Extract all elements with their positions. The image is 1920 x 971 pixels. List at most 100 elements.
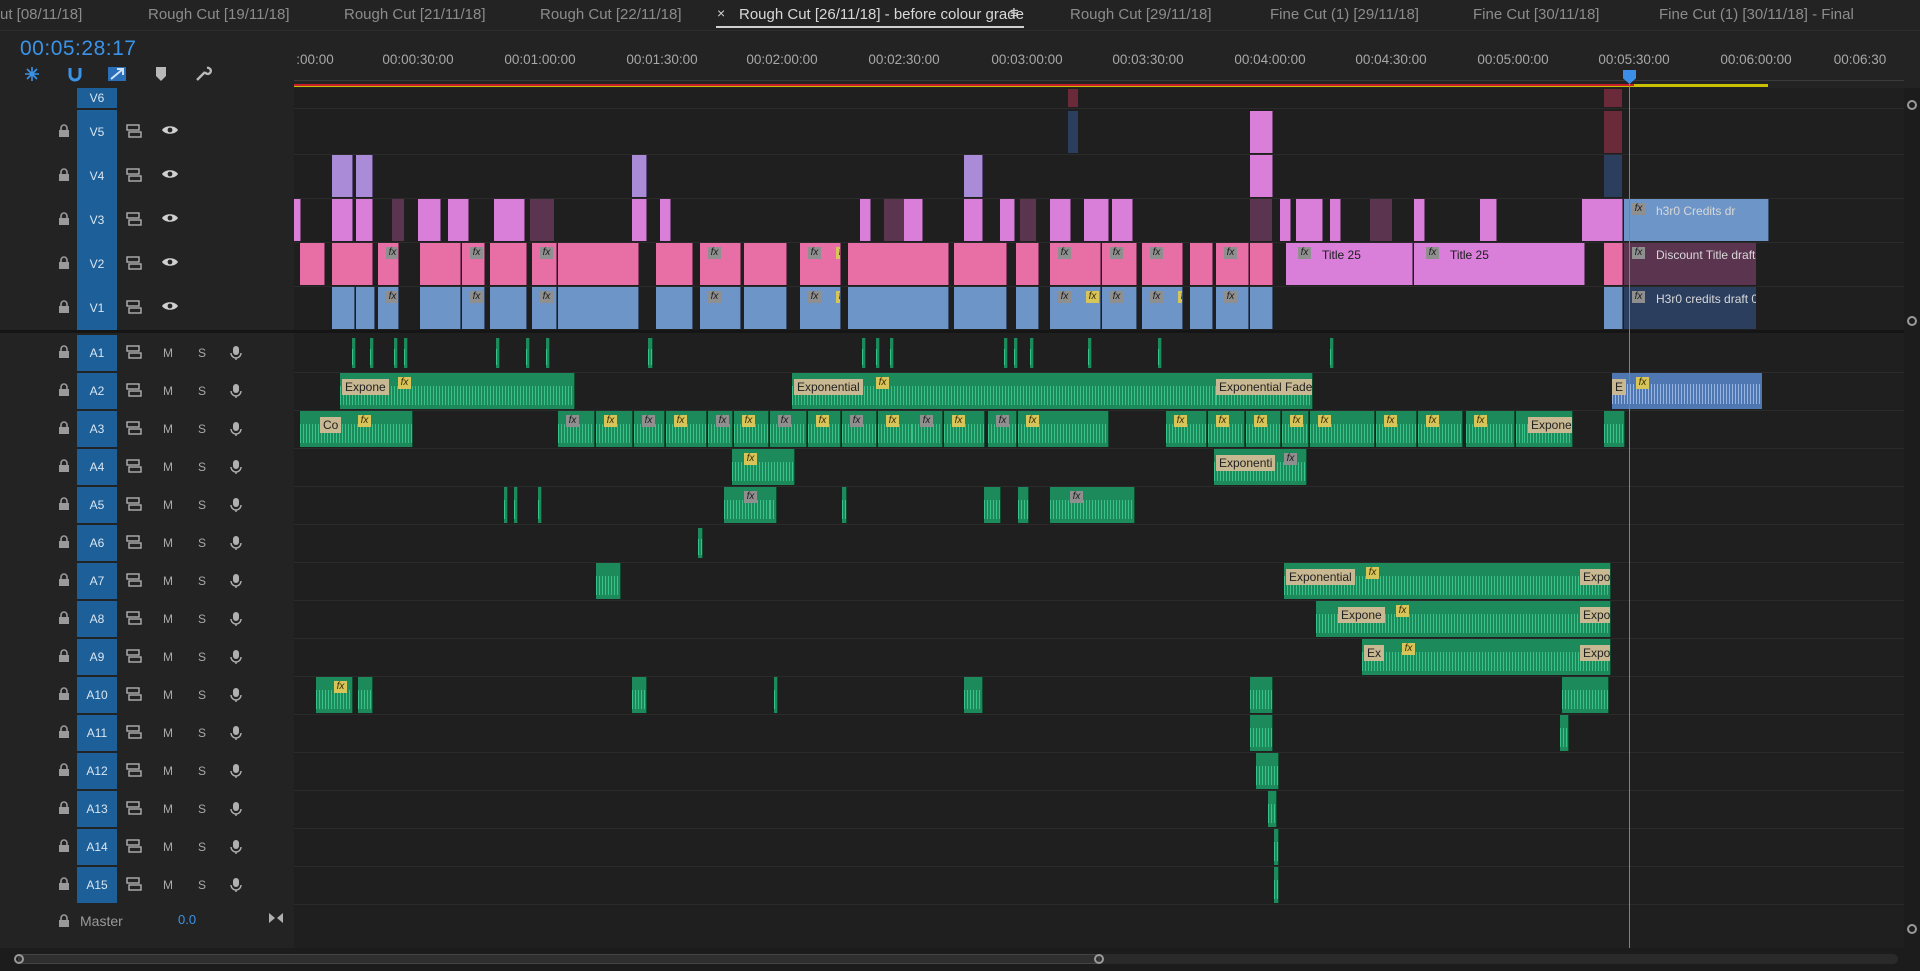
sync-lock-icon[interactable] (126, 649, 142, 665)
voiceover-record-icon[interactable] (228, 725, 244, 741)
timeline-clip[interactable]: fx (1310, 411, 1375, 447)
mute-button[interactable]: M (160, 839, 176, 855)
timeline-clip[interactable] (1112, 199, 1133, 241)
track-name-a3[interactable]: A3 (77, 411, 117, 447)
timeline-clip[interactable]: fx (532, 243, 557, 285)
timeline-clip[interactable]: fx h3r0 Credits dr (1624, 199, 1769, 241)
timeline-clip[interactable] (358, 677, 373, 713)
timeline-clip[interactable]: Expo (1580, 639, 1611, 675)
voiceover-record-icon[interactable] (228, 421, 244, 437)
voiceover-record-icon[interactable] (228, 877, 244, 893)
lock-icon[interactable] (56, 497, 72, 513)
track-name-a12[interactable]: A12 (77, 753, 117, 789)
timeline-clip[interactable]: fx Expone (340, 373, 575, 409)
hscroll-handle-right[interactable] (1094, 954, 1104, 964)
timeline-clip[interactable] (848, 287, 949, 329)
timeline-clip[interactable]: fx (1466, 411, 1515, 447)
timeline-clip[interactable] (490, 243, 527, 285)
track-name-a10[interactable]: A10 (77, 677, 117, 713)
timeline-clip[interactable] (300, 243, 325, 285)
timeline-clip[interactable]: fx (1018, 411, 1109, 447)
timeline-clip[interactable]: fx (1418, 411, 1463, 447)
timeline-clip[interactable] (1030, 338, 1034, 368)
horizontal-scrollbar[interactable] (0, 948, 1920, 971)
tab-fine-cut-1-29[interactable]: Fine Cut (1) [29/11/18] (1270, 6, 1419, 23)
timeline-clip[interactable] (530, 199, 554, 241)
playhead-line[interactable] (1629, 72, 1630, 948)
timeline-clip[interactable] (1068, 89, 1078, 107)
timeline-clip[interactable]: fx (808, 411, 841, 447)
timeline-clip[interactable] (448, 199, 469, 241)
lock-icon[interactable] (56, 345, 72, 361)
timeline-clip[interactable] (1330, 338, 1334, 368)
lock-icon[interactable] (56, 839, 72, 855)
timeline-clip[interactable]: fx (912, 411, 943, 447)
sync-lock-icon[interactable] (126, 300, 142, 316)
timeline-clip[interactable] (1604, 89, 1622, 107)
timeline-clip[interactable] (632, 155, 647, 197)
mute-button[interactable]: M (160, 573, 176, 589)
track-name-v1[interactable]: V1 (77, 286, 117, 330)
timeline-clip[interactable] (1068, 111, 1078, 153)
timeline-clip[interactable] (1604, 287, 1623, 329)
track-name-a14[interactable]: A14 (77, 829, 117, 865)
timeline-clip[interactable]: fx (666, 411, 707, 447)
timeline-clip[interactable]: fx (596, 411, 633, 447)
timeline-clip[interactable] (1190, 287, 1213, 329)
timeline-clip[interactable] (842, 487, 847, 523)
timeline-clip[interactable] (332, 199, 353, 241)
solo-button[interactable]: S (194, 649, 210, 665)
tab-menu-icon[interactable]: ≡ (1010, 5, 1019, 22)
voiceover-record-icon[interactable] (228, 345, 244, 361)
hscroll-handle-left[interactable] (14, 954, 24, 964)
tab-rough-cut-08[interactable]: ut [08/11/18] (0, 6, 82, 23)
timeline-clip[interactable]: fx (724, 487, 775, 523)
timeline-clip[interactable] (1330, 199, 1341, 241)
mute-button[interactable]: M (160, 611, 176, 627)
timeline-clip[interactable]: fx E (1612, 373, 1762, 409)
track-name-a5[interactable]: A5 (77, 487, 117, 523)
lock-icon[interactable] (56, 687, 72, 703)
sync-lock-icon[interactable] (126, 611, 142, 627)
sync-lock-icon[interactable] (126, 212, 142, 228)
timeline-clip[interactable]: fx (988, 411, 1017, 447)
timeline-clip[interactable] (356, 199, 373, 241)
timeline-clip[interactable] (698, 528, 703, 558)
timeline-clip[interactable] (1280, 199, 1291, 241)
mute-button[interactable]: M (160, 687, 176, 703)
solo-button[interactable]: S (194, 421, 210, 437)
timeline-clip[interactable]: fx (732, 449, 795, 485)
timeline-clip[interactable]: Expo (1580, 563, 1611, 599)
transition-label[interactable]: Exponential Fade (1216, 379, 1312, 395)
timeline-tracks[interactable]: fxh3r0 Credits drfxfxfxfxfxfxfxfxfxfxfxf… (294, 88, 1904, 948)
marker-icon[interactable] (150, 64, 172, 84)
timeline-clip[interactable]: fx Title 25 (1414, 243, 1585, 285)
timeline-clip[interactable] (1480, 199, 1497, 241)
mute-button[interactable]: M (160, 877, 176, 893)
timeline-clip[interactable]: fxfx (800, 287, 841, 329)
timeline-clip[interactable]: fx (700, 243, 741, 285)
timeline-clip[interactable]: Exponer (1524, 411, 1573, 447)
transition-label[interactable]: Co (320, 417, 342, 433)
sync-lock-icon[interactable] (126, 725, 142, 741)
lock-icon[interactable] (56, 877, 72, 893)
timeline-clip[interactable]: fx (1208, 411, 1245, 447)
track-name-a11[interactable]: A11 (77, 715, 117, 751)
transition-label[interactable]: E (1612, 379, 1627, 395)
mute-button[interactable]: M (160, 725, 176, 741)
timeline-clip[interactable] (1274, 867, 1279, 903)
sync-lock-icon[interactable] (126, 763, 142, 779)
timeline-clip[interactable]: fx (708, 411, 733, 447)
timeline-clip[interactable] (964, 677, 983, 713)
voiceover-record-icon[interactable] (228, 497, 244, 513)
sync-lock-icon[interactable] (126, 877, 142, 893)
timeline-clip[interactable] (632, 199, 647, 241)
timeline-clip[interactable]: fxfx (1142, 287, 1183, 329)
timeline-clip[interactable] (964, 155, 983, 197)
solo-button[interactable]: S (194, 611, 210, 627)
solo-button[interactable]: S (194, 763, 210, 779)
timeline-clip[interactable]: fxfx (462, 243, 485, 285)
timeline-clip[interactable] (1250, 155, 1273, 197)
timeline-clip[interactable] (660, 199, 671, 241)
timeline-clip[interactable] (1256, 753, 1279, 789)
